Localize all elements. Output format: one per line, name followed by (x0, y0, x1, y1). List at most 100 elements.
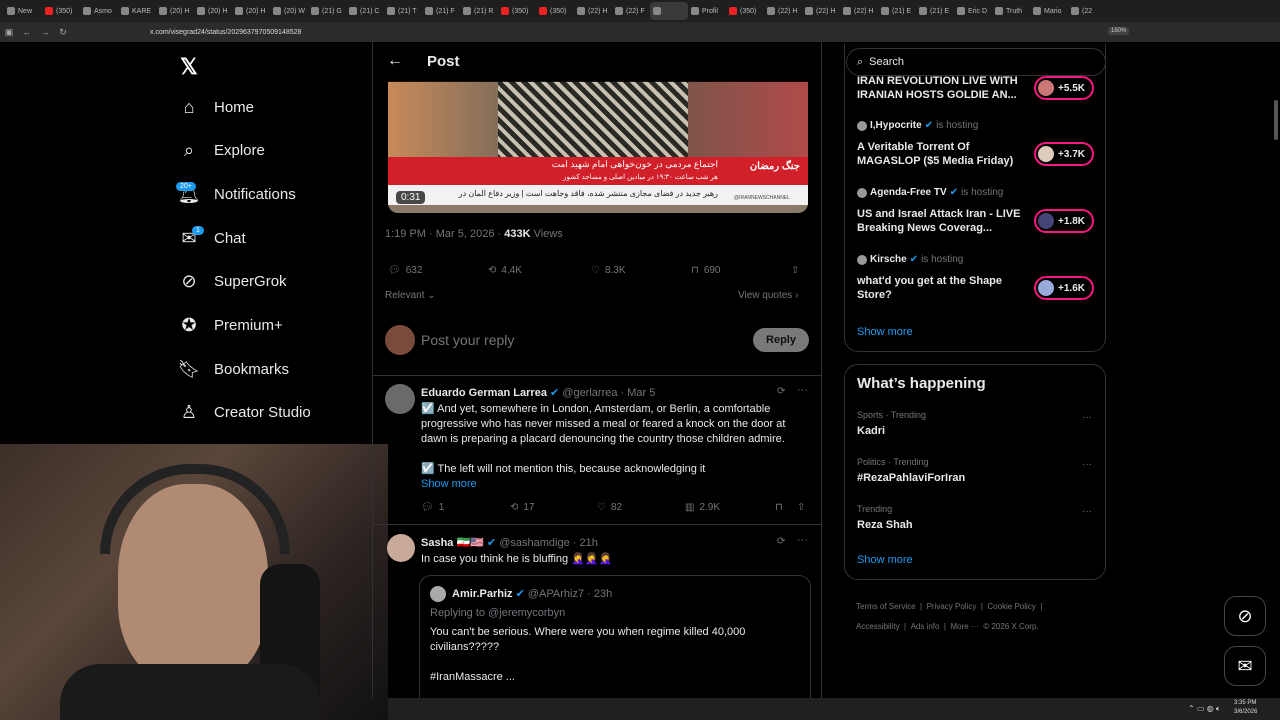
trend-name[interactable]: Kadri (857, 425, 885, 437)
browser-tab[interactable]: (20) H (194, 2, 232, 20)
sort-dropdown[interactable]: Relevant ⌄ (385, 290, 436, 301)
browser-tab[interactable]: (350) (726, 2, 764, 20)
browser-tab[interactable]: (22 (1068, 2, 1106, 20)
live-host[interactable]: Kirsche ✔︎ is hosting (857, 254, 963, 265)
grok-icon[interactable]: ⟳ (777, 386, 785, 397)
live-listeners-pill[interactable]: +1.8K (1034, 209, 1094, 233)
footer-cookie[interactable]: Cookie Policy (987, 602, 1035, 611)
browser-tab[interactable]: (21) G (308, 2, 346, 20)
live-title[interactable]: what'd you get at the Shape Store? (857, 274, 1022, 302)
show-more-link[interactable]: Show more (421, 478, 477, 490)
share-action[interactable]: ⇧ (791, 265, 799, 276)
browser-tab[interactable]: (20) H (232, 2, 270, 20)
sidebar-item-chat[interactable]: ✉︎ Chat (178, 227, 245, 249)
browser-tab[interactable] (650, 2, 688, 20)
more-icon[interactable]: ··· (1082, 506, 1092, 517)
footer-privacy[interactable]: Privacy Policy (927, 602, 977, 611)
grok-floating-button[interactable]: ⊘ (1224, 596, 1266, 636)
reply-handle[interactable]: @gerlarrea · Mar 5 (562, 387, 655, 399)
reply-author[interactable]: Eduardo German Larrea (421, 387, 547, 399)
trend-name[interactable]: #RezaPahlaviForIran (857, 472, 965, 484)
repost-action[interactable]: ⟲ 4.4K (488, 265, 522, 276)
more-icon[interactable]: ··· (797, 384, 808, 396)
live-host[interactable]: Agenda-Free TV ✔︎ is hosting (857, 187, 1003, 198)
view-quotes-link[interactable]: View quotes › (738, 290, 798, 301)
browser-tab[interactable]: (20) H (156, 2, 194, 20)
like-action[interactable]: ♡ 82 (597, 502, 622, 513)
browser-tab[interactable]: Asmo (80, 2, 118, 20)
browser-tab[interactable]: (21) E (878, 2, 916, 20)
live-title[interactable]: A Veritable Torrent Of MAGASLOP ($5 Medi… (857, 140, 1022, 168)
clock-date[interactable]: 3/6/2026 (1234, 709, 1257, 715)
browser-tab[interactable]: (22) F (612, 2, 650, 20)
more-icon[interactable]: ··· (797, 534, 808, 546)
sidebar-item-explore[interactable]: ⌕ Explore (178, 140, 265, 162)
url-text[interactable]: x.com/visegrad24/status/2029637970509148… (150, 29, 301, 36)
reply-input[interactable] (421, 329, 721, 351)
sidebar-item-creator-studio[interactable]: ♙ Creator Studio (178, 402, 311, 424)
browser-tab[interactable]: Eric D (954, 2, 992, 20)
browser-tab[interactable]: (21) F (422, 2, 460, 20)
browser-tab[interactable]: (22) H (764, 2, 802, 20)
sidebar-item-bookmarks[interactable]: 🔖︎ Bookmarks (178, 358, 289, 380)
reply-handle[interactable]: @sashamdige · 21h (499, 537, 598, 549)
more-icon[interactable]: ··· (1082, 459, 1092, 470)
browser-tab[interactable]: Truth (992, 2, 1030, 20)
reply-button[interactable]: Reply (753, 328, 809, 352)
sidebar-item-premium[interactable]: ✪ Premium+ (178, 315, 282, 337)
clock-time[interactable]: 3:35 PM (1234, 700, 1256, 706)
bookmark-action[interactable]: ⊓ (775, 502, 783, 513)
reply-action[interactable]: 💬︎ 632 (388, 265, 422, 276)
more-icon[interactable]: ··· (1082, 412, 1092, 423)
quoted-post[interactable]: Amir.Parhiz ✔︎ @APArhiz7 · 23h Replying … (419, 575, 811, 698)
messages-floating-button[interactable]: ✉︎ (1224, 646, 1266, 686)
reply-avatar[interactable] (387, 534, 415, 562)
browser-tab[interactable]: (21) R (460, 2, 498, 20)
browser-tab[interactable]: (22) H (802, 2, 840, 20)
live-listeners-pill[interactable]: +3.7K (1034, 142, 1094, 166)
browser-tab[interactable]: (350) (42, 2, 80, 20)
live-host[interactable]: I,Hypocrite ✔︎ is hosting (857, 120, 978, 131)
footer-terms[interactable]: Terms of Service (856, 602, 916, 611)
bookmark-action[interactable]: ⊓ 690 (691, 265, 721, 276)
trend-name[interactable]: Reza Shah (857, 519, 913, 531)
x-logo[interactable]: 𝕏 (180, 54, 198, 80)
browser-tab[interactable]: (21) C (346, 2, 384, 20)
browser-tab[interactable]: (350) (498, 2, 536, 20)
show-more-link[interactable]: Show more (857, 554, 913, 566)
like-action[interactable]: ♡ 8.3K (591, 265, 626, 276)
browser-tab[interactable]: (22) H (840, 2, 878, 20)
back-icon[interactable]: ← (18, 27, 36, 37)
post-video[interactable]: اجتماع مردمی در خون‌خواهی امام شهید امت … (388, 81, 808, 213)
browser-tab[interactable]: (21) E (916, 2, 954, 20)
sidebar-item-home[interactable]: ⌂ Home (178, 96, 254, 118)
footer-ads[interactable]: Ads info (911, 622, 940, 631)
live-title[interactable]: US and Israel Attack Iran - LIVE Breakin… (857, 207, 1022, 235)
post-timestamp[interactable]: 1:19 PM · Mar 5, 2026 · (385, 228, 501, 240)
browser-tab[interactable]: (22) H (574, 2, 612, 20)
footer-accessibility[interactable]: Accessibility (856, 622, 900, 631)
reply-author[interactable]: Sasha 🇮🇷🇺🇸 (421, 537, 484, 549)
browser-tab[interactable]: KARE (118, 2, 156, 20)
browser-tab[interactable]: New (4, 2, 42, 20)
browser-tab[interactable]: Profil (688, 2, 726, 20)
reply-avatar[interactable] (385, 384, 415, 414)
sidebar-toggle-icon[interactable]: ▣ (0, 27, 18, 38)
sidebar-item-supergrok[interactable]: ⊘ SuperGrok (178, 271, 286, 293)
repost-action[interactable]: ⟲ 17 (510, 502, 535, 513)
zoom-level[interactable]: 150% (1108, 27, 1130, 35)
forward-icon[interactable]: → (36, 27, 54, 37)
back-arrow-icon[interactable]: ← (387, 52, 403, 70)
live-listeners-pill[interactable]: +1.6K (1034, 276, 1094, 300)
grok-icon[interactable]: ⟳ (777, 536, 785, 547)
browser-tab[interactable]: (21) T (384, 2, 422, 20)
browser-tab[interactable]: Mario (1030, 2, 1068, 20)
reload-icon[interactable]: ↻ (54, 27, 72, 38)
browser-tab[interactable]: (350) (536, 2, 574, 20)
scrollbar[interactable] (1274, 100, 1278, 140)
footer-more[interactable]: More ··· (950, 622, 978, 631)
views-action[interactable]: ▥ 2.9K (685, 502, 720, 513)
live-title[interactable]: IRAN REVOLUTION LIVE WITH IRANIAN HOSTS … (857, 74, 1022, 102)
live-listeners-pill[interactable]: +5.5K (1034, 76, 1094, 100)
tray-icons[interactable]: ⌃ ▭ ◍ 🔈︎ (1188, 704, 1221, 714)
